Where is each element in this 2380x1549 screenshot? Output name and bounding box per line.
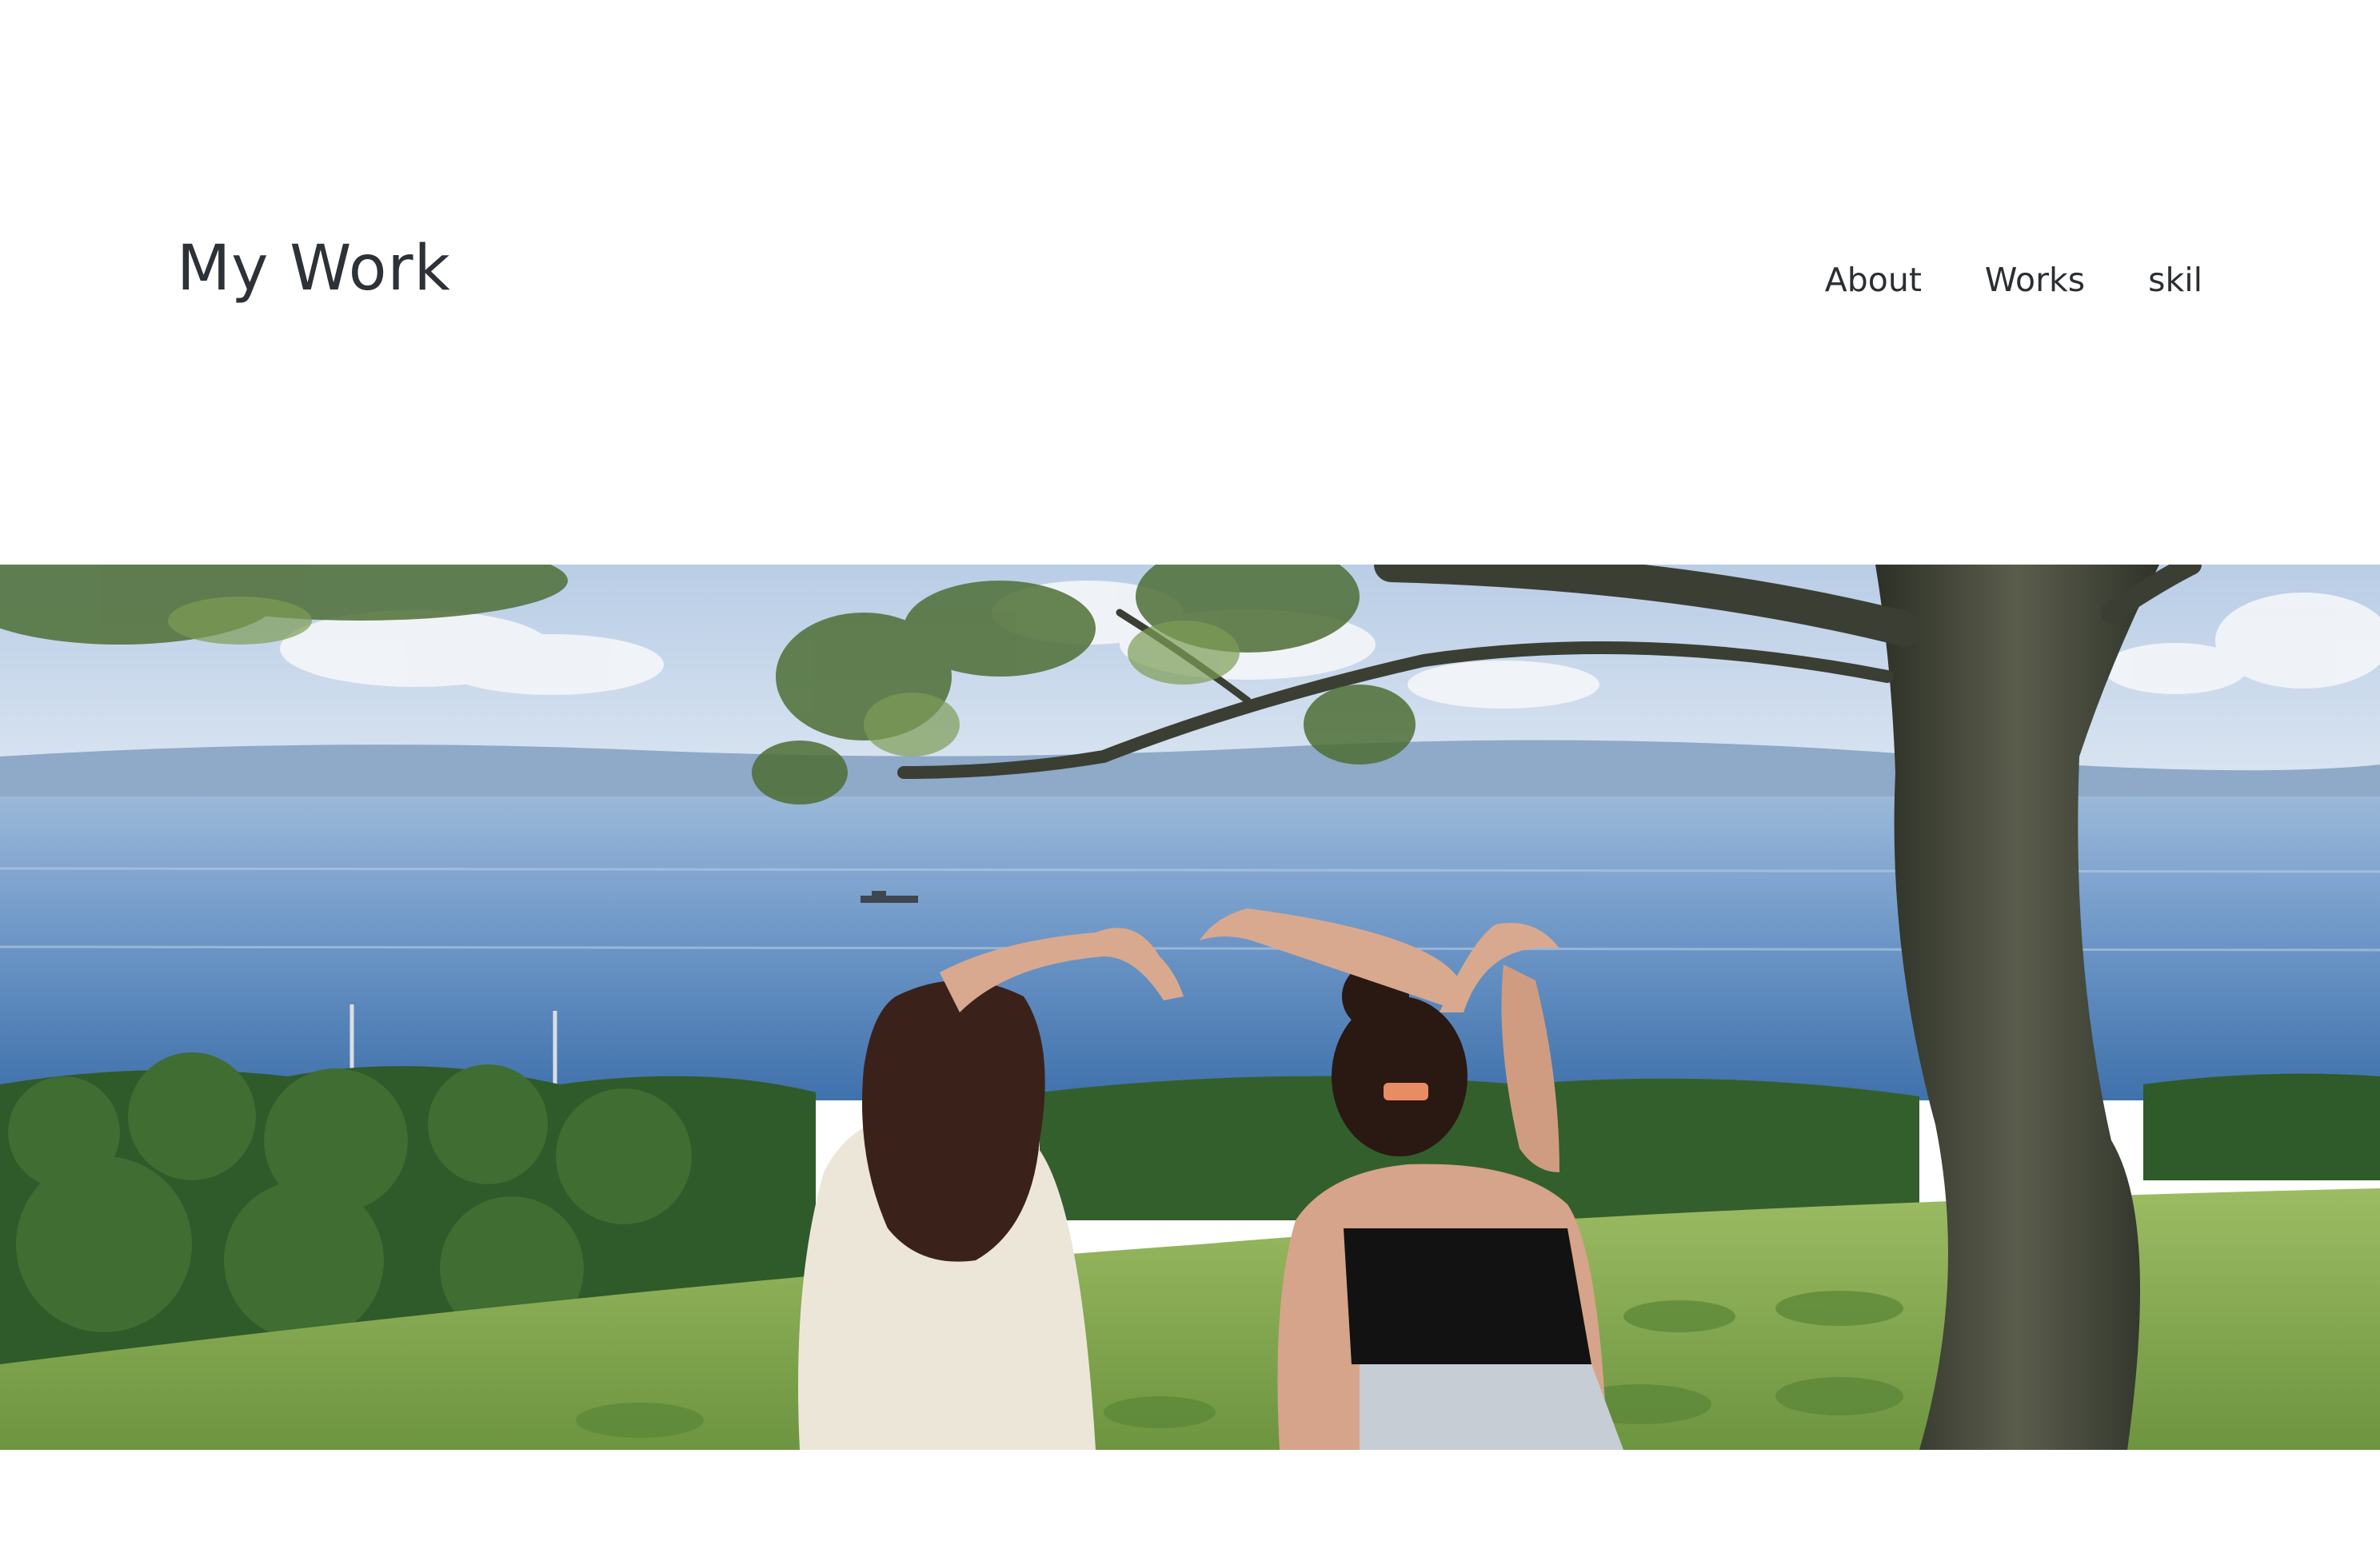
site-header: My Work About Works skil [0, 0, 2380, 565]
nav-link-skil[interactable]: skil [2148, 258, 2202, 302]
hero-photo-illustration [0, 565, 2380, 1450]
nav-link-works[interactable]: Works [1985, 258, 2085, 302]
page: My Work About Works skil [0, 0, 2380, 1549]
nav-link-about[interactable]: About [1825, 258, 1922, 302]
hero-image [0, 565, 2380, 1450]
site-title[interactable]: My Work [177, 230, 451, 307]
main-nav: About Works skil [1825, 258, 2202, 302]
